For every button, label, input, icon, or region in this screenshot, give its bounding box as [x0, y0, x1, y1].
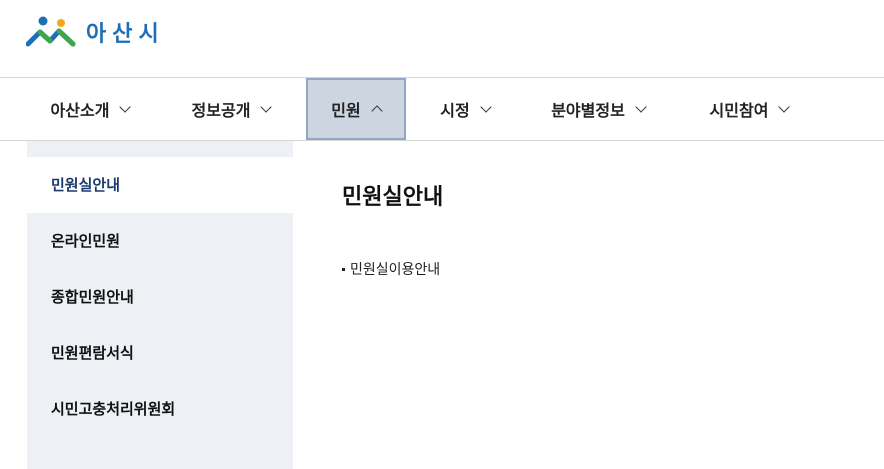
side-menu-item-general-civil-guide[interactable]: 종합민원안내 [27, 269, 293, 325]
chevron-down-icon [778, 100, 791, 113]
site-logo[interactable]: 아산시 [26, 14, 165, 50]
gnb-item-label: 시정 [440, 101, 470, 120]
chevron-up-icon [371, 105, 383, 117]
gnb-item-info-disclosure[interactable]: 정보공개 [170, 78, 292, 140]
side-menu-item-label: 민원실안내 [51, 176, 121, 194]
main-content: 민원실안내 민원실이용안내 [342, 141, 862, 279]
side-menu-item-label: 민원편람서식 [51, 344, 134, 362]
asan-logo-icon [26, 16, 76, 47]
side-menu-item-civil-office-guide[interactable]: 민원실안내 [27, 157, 293, 213]
chevron-down-icon [480, 100, 492, 113]
gnb-item-label: 민원 [331, 101, 361, 120]
logo-text: 아산시 [86, 22, 165, 47]
chevron-down-icon [260, 100, 273, 113]
side-menu-top [27, 141, 293, 157]
side-menu-item-label: 온라인민원 [51, 232, 121, 250]
gnb-item-citizen-participation[interactable]: 시민참여 [688, 78, 810, 140]
chevron-down-icon [635, 100, 647, 113]
gnb-item-field-info[interactable]: 분야별정보 [528, 78, 668, 140]
side-menu-item-label: 시민고충처리위원회 [51, 400, 176, 418]
side-menu-item-label: 종합민원안내 [51, 288, 134, 306]
gnb-item-label: 분야별정보 [551, 101, 625, 120]
gnb-item-label: 정보공개 [191, 101, 251, 120]
side-menu-item-online-civil[interactable]: 온라인민원 [27, 213, 293, 269]
side-menu-item-civil-forms[interactable]: 민원편람서식 [27, 325, 293, 381]
site-header: 아산시 [0, 0, 884, 78]
gnb-item-city-admin[interactable]: 시정 [420, 78, 510, 140]
gnb-item-asan-intro[interactable]: 아산소개 [27, 78, 153, 140]
bullet-icon [342, 267, 345, 271]
link-civil-office-usage[interactable]: 민원실이용안내 [342, 259, 862, 279]
gnb-item-civil-affairs[interactable]: 민원 [306, 78, 406, 140]
gnb-item-label: 아산소개 [50, 101, 110, 120]
side-menu: 민원실안내 온라인민원 종합민원안내 민원편람서식 시민고충처리위원회 [27, 141, 293, 469]
chevron-down-icon [119, 100, 132, 113]
link-label: 민원실이용안내 [350, 262, 441, 278]
page-title: 민원실안내 [342, 185, 444, 210]
side-menu-item-grievance-committee[interactable]: 시민고충처리위원회 [27, 381, 293, 437]
gnb-item-label: 시민참여 [709, 101, 769, 120]
global-nav: 아산소개 정보공개 민원 시정 분야별정보 시민참여 [0, 78, 884, 141]
